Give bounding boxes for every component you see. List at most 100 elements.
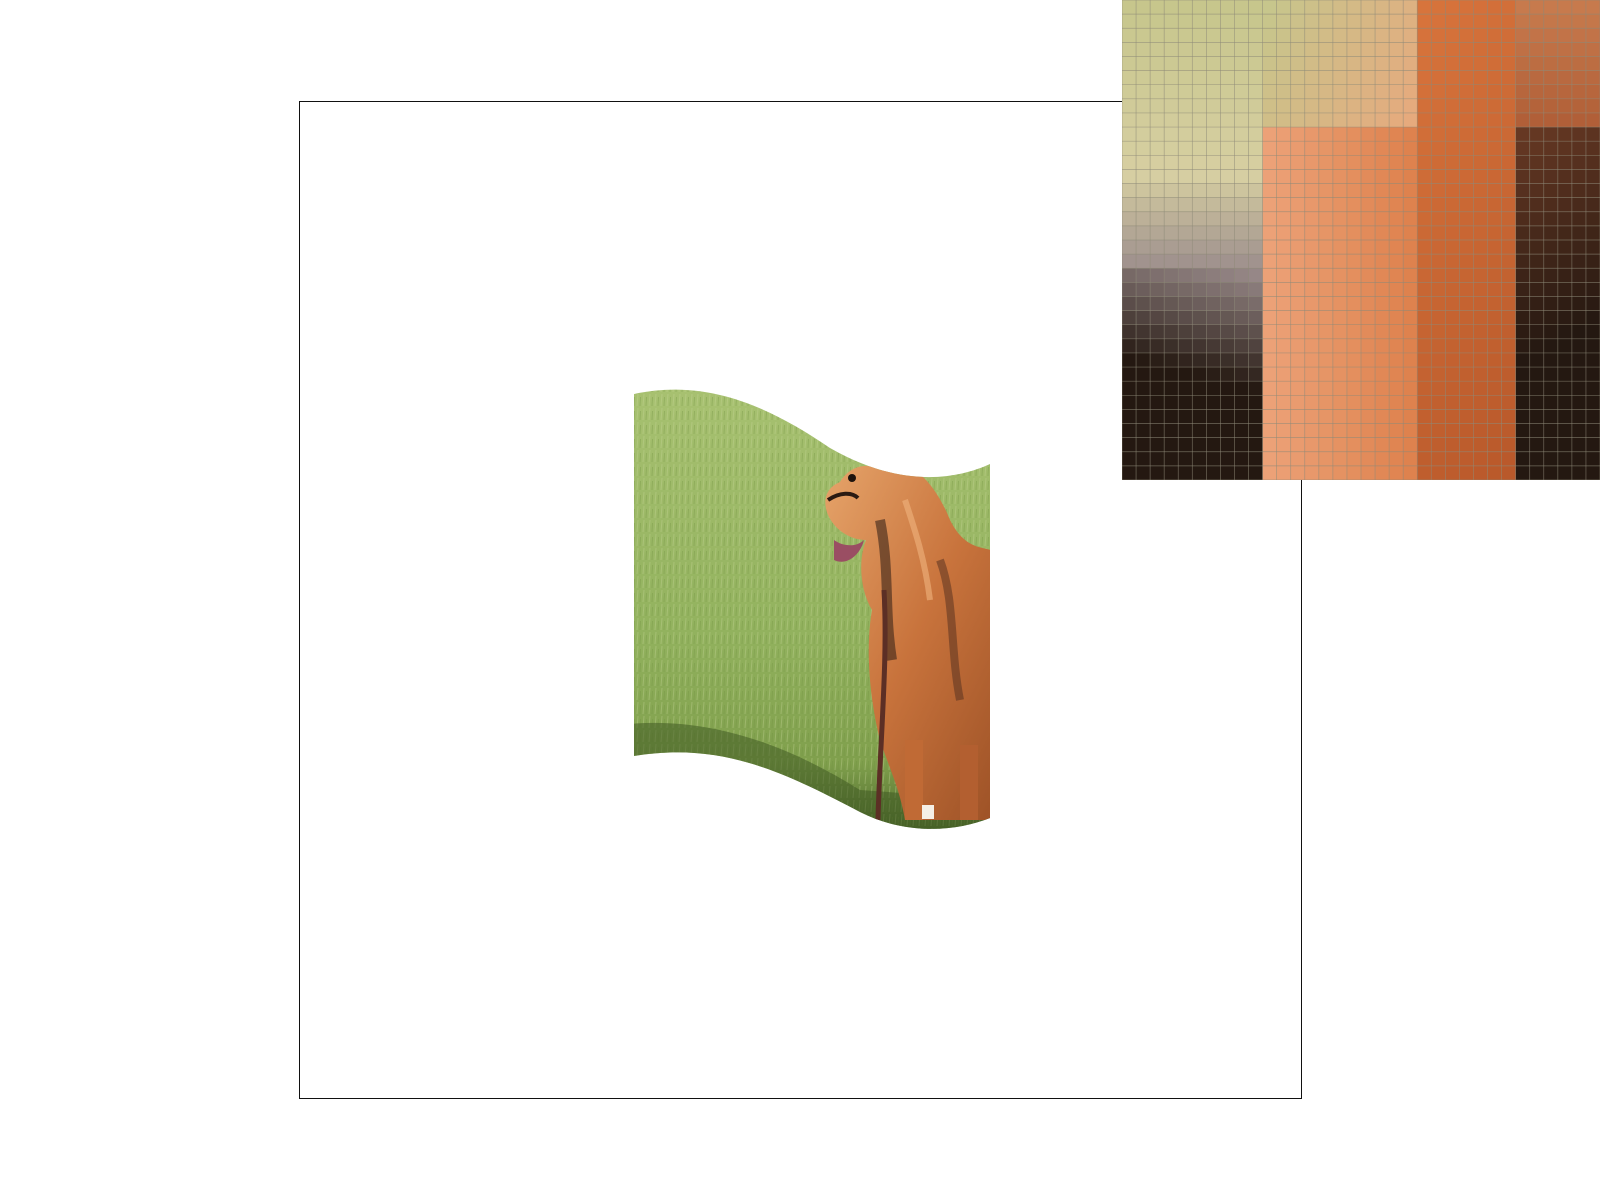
loupe-pixel	[1290, 169, 1306, 184]
loupe-pixel	[1234, 240, 1249, 255]
loupe-pixel	[1571, 84, 1587, 100]
loupe-pixel	[1431, 268, 1446, 283]
loupe-pixel	[1417, 183, 1432, 198]
loupe-pixel	[1501, 451, 1516, 467]
loupe-pixel	[1332, 310, 1348, 326]
loupe-pixel	[1276, 324, 1292, 340]
loupe-pixel	[1248, 0, 1263, 15]
loupe-pixel	[1262, 56, 1277, 71]
loupe-pixel	[1122, 409, 1137, 424]
loupe-pixel	[1515, 367, 1531, 382]
loupe-pixel	[1459, 84, 1474, 100]
loupe-pixel	[1220, 155, 1235, 170]
loupe-pixel	[1375, 141, 1390, 156]
loupe-pixel	[1501, 225, 1516, 241]
loupe-pixel	[1206, 56, 1221, 71]
loupe-pixel	[1361, 141, 1376, 156]
loupe-pixel	[1150, 451, 1165, 467]
loupe-pixel	[1220, 282, 1235, 297]
loupe-pixel	[1150, 367, 1165, 382]
loupe-pixel	[1206, 0, 1221, 15]
loupe-pixel	[1318, 268, 1334, 283]
loupe-pixel	[1318, 42, 1334, 57]
loupe-pixel	[1529, 14, 1545, 29]
loupe-pixel	[1332, 409, 1348, 424]
loupe-pixel	[1262, 395, 1277, 410]
loupe-pixel	[1304, 367, 1320, 382]
loupe-pixel	[1290, 268, 1306, 283]
loupe-pixel	[1136, 451, 1151, 467]
loupe-pixel	[1403, 240, 1418, 255]
loupe-pixel	[1445, 451, 1460, 467]
loupe-pixel	[1529, 112, 1545, 128]
loupe-pixel	[1290, 42, 1306, 57]
loupe-pixel	[1192, 451, 1207, 467]
loupe-pixel	[1304, 310, 1320, 326]
loupe-pixel	[1234, 197, 1249, 213]
loupe-pixel	[1304, 296, 1320, 311]
loupe-pixel	[1515, 42, 1531, 57]
loupe-pixel	[1276, 367, 1292, 382]
loupe-pixel	[1389, 240, 1404, 255]
loupe-pixel	[1571, 395, 1587, 410]
loupe-pixel	[1248, 84, 1263, 100]
loupe-pixel	[1361, 169, 1376, 184]
loupe-pixel	[1515, 112, 1531, 128]
loupe-pixel	[1543, 211, 1559, 227]
loupe-pixel	[1122, 437, 1137, 453]
loupe-pixel	[1136, 98, 1151, 114]
loupe-pixel	[1206, 84, 1221, 100]
loupe-pixel	[1290, 70, 1306, 86]
loupe-pixel	[1375, 381, 1390, 396]
loupe-pixel	[1262, 282, 1277, 297]
loupe-pixel	[1122, 169, 1137, 184]
loupe-pixel	[1290, 14, 1306, 29]
loupe-pixel	[1136, 324, 1151, 340]
loupe-pixel	[1459, 451, 1474, 467]
loupe-pixel	[1473, 56, 1488, 71]
loupe-pixel	[1178, 127, 1193, 142]
loupe-pixel	[1403, 169, 1418, 184]
loupe-pixel	[1346, 296, 1362, 311]
loupe-pixel	[1389, 381, 1404, 396]
loupe-pixel	[1459, 296, 1474, 311]
loupe-pixel	[1248, 465, 1263, 480]
loupe-pixel	[1192, 324, 1207, 340]
loupe-pixel	[1417, 282, 1432, 297]
loupe-pixel	[1459, 367, 1474, 382]
loupe-pixel	[1262, 225, 1277, 241]
loupe-pixel	[1318, 296, 1334, 311]
loupe-pixel	[1389, 352, 1404, 368]
loupe-pixel	[1543, 0, 1559, 15]
loupe-pixel	[1375, 225, 1390, 241]
loupe-pixel	[1473, 225, 1488, 241]
loupe-pixel	[1164, 367, 1179, 382]
loupe-pixel	[1389, 338, 1404, 354]
loupe-pixel	[1529, 451, 1545, 467]
loupe-pixel	[1557, 211, 1573, 227]
loupe-pixel	[1361, 324, 1376, 340]
loupe-pixel	[1346, 70, 1362, 86]
loupe-pixel	[1234, 338, 1249, 354]
loupe-pixel	[1487, 296, 1502, 311]
loupe-pixel	[1403, 141, 1418, 156]
loupe-pixel	[1164, 169, 1179, 184]
loupe-pixel	[1290, 395, 1306, 410]
loupe-pixel	[1332, 254, 1348, 269]
loupe-pixel	[1361, 98, 1376, 114]
loupe-pixel	[1389, 141, 1404, 156]
loupe-pixel	[1501, 98, 1516, 114]
loupe-pixel	[1515, 141, 1531, 156]
loupe-pixel	[1136, 282, 1151, 297]
loupe-pixel	[1290, 324, 1306, 340]
loupe-pixel	[1346, 465, 1362, 480]
loupe-pixel	[1389, 84, 1404, 100]
loupe-pixel	[1459, 14, 1474, 29]
loupe-pixel	[1220, 437, 1235, 453]
loupe-pixel	[1206, 310, 1221, 326]
loupe-pixel	[1150, 0, 1165, 15]
loupe-pixel	[1192, 56, 1207, 71]
loupe-pixel	[1122, 225, 1137, 241]
loupe-pixel	[1262, 451, 1277, 467]
loupe-pixel	[1543, 395, 1559, 410]
